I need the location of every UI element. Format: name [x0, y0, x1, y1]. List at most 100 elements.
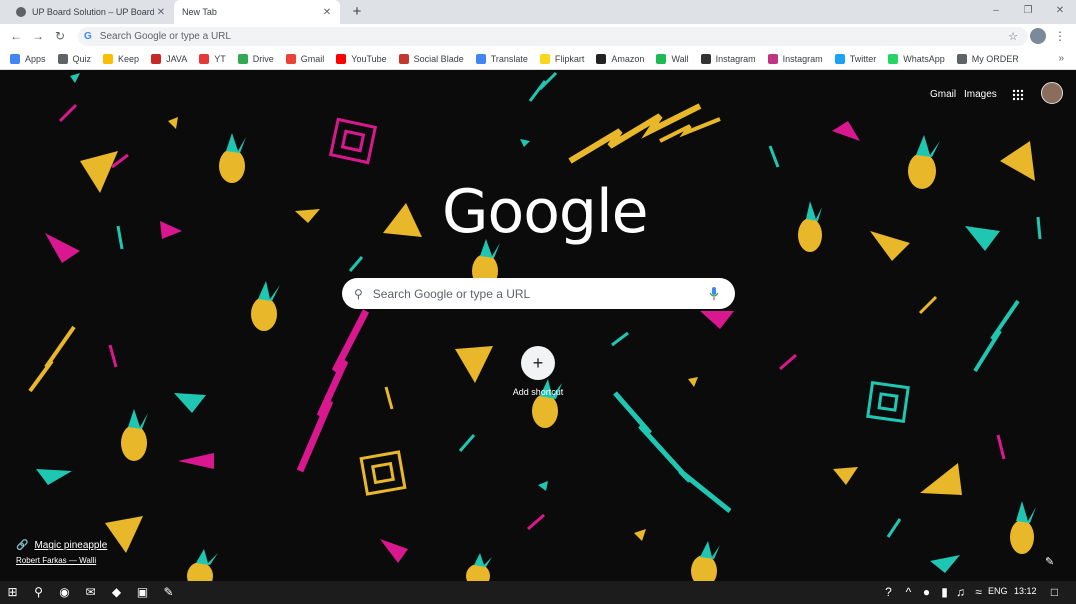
google-logo: Google	[442, 177, 649, 247]
wifi-icon[interactable]: ≈	[970, 584, 987, 601]
bookmark-icon	[237, 53, 248, 64]
bookmark-label: Wall	[671, 53, 689, 64]
account-avatar[interactable]	[1041, 82, 1063, 104]
bookmark-item[interactable]: Flipkart	[539, 53, 585, 64]
bookmark-icon	[10, 53, 20, 64]
bookmark-item[interactable]: YT	[199, 53, 226, 64]
editor-taskbar-icon[interactable]: ▣	[134, 584, 151, 601]
bookmark-item[interactable]: Apps	[10, 53, 46, 64]
battery-icon[interactable]: ▮	[936, 584, 953, 601]
language-indicator[interactable]: ENG	[988, 586, 1008, 596]
bookmark-item[interactable]: WhatsApp	[888, 53, 945, 64]
line-shape	[58, 103, 78, 123]
customize-pencil-icon[interactable]: ✎	[1045, 555, 1054, 568]
clock[interactable]: 13:12	[1014, 586, 1037, 596]
images-link[interactable]: Images	[964, 89, 997, 100]
close-window-button[interactable]: ✕	[1044, 0, 1076, 24]
bookmark-item[interactable]: YouTube	[336, 53, 387, 64]
search-icon[interactable]: ⚲	[30, 584, 47, 601]
google-apps-icon[interactable]	[1012, 89, 1024, 101]
triangle-shape	[870, 231, 910, 261]
bookmark-label: Gmail	[300, 53, 325, 64]
bookmark-label: Drive	[252, 53, 274, 64]
bookmark-item[interactable]: Instagram	[700, 53, 756, 64]
triangle-shape	[174, 393, 206, 413]
new-tab-page: Gmail Images Google ⚲ Search Google or t…	[0, 71, 1076, 581]
reload-button[interactable]: ↻	[52, 28, 68, 44]
help-tray-icon[interactable]: ?	[880, 584, 897, 601]
triangle-shape	[688, 377, 698, 387]
bookmark-label: YT	[214, 53, 226, 64]
profile-avatar[interactable]	[1030, 28, 1046, 44]
bookmark-item[interactable]: JAVA	[151, 53, 187, 64]
bookmark-label: Quiz	[72, 53, 92, 64]
bookmark-icon	[700, 53, 711, 64]
triangle-shape	[295, 209, 320, 223]
bookmark-label: Translate	[490, 53, 528, 64]
bookmark-item[interactable]: Quiz	[57, 53, 92, 64]
search-placeholder: Search Google or type a URL	[372, 286, 531, 301]
triangle-shape	[70, 73, 80, 83]
bookmark-item[interactable]: Translate	[475, 53, 528, 64]
maximize-button[interactable]: ❐	[1012, 0, 1044, 24]
pen-taskbar-icon[interactable]: ✎	[160, 584, 177, 601]
microphone-tray-icon[interactable]: ●	[918, 584, 935, 601]
bookmark-item[interactable]: Wall	[656, 53, 689, 64]
bookmarks-overflow-button[interactable]: »	[1058, 53, 1064, 64]
bookmark-icon	[596, 53, 607, 64]
line-shape	[116, 225, 124, 250]
notifications-icon[interactable]: □	[1046, 584, 1063, 601]
tab-up-board-solution[interactable]: UP Board Solution – UP Board Te ✕	[8, 0, 174, 24]
omnibox-placeholder: Search Google or type a URL	[99, 31, 231, 42]
omnibox[interactable]: G Search Google or type a URL ☆	[78, 27, 1028, 46]
app-taskbar-icon[interactable]: ◆	[108, 584, 125, 601]
bookmark-icon	[656, 53, 667, 64]
minimize-button[interactable]: –	[980, 0, 1012, 24]
bookmark-item[interactable]: Keep	[103, 53, 139, 64]
bookmark-label: Flipkart	[554, 53, 585, 64]
microphone-icon[interactable]	[709, 286, 719, 301]
triangle-shape	[168, 117, 178, 129]
bookmark-item[interactable]: Social Blade	[398, 53, 464, 64]
browser-window: UP Board Solution – UP Board Te ✕ New Ta…	[0, 0, 1076, 604]
pineapple-shape	[466, 553, 492, 581]
volume-icon[interactable]: ♫	[952, 584, 969, 601]
back-button[interactable]: ←	[8, 28, 24, 44]
new-tab-button[interactable]: +	[348, 3, 366, 21]
background-attribution-title[interactable]: 🔗 Magic pineapple	[16, 540, 107, 551]
bookmark-item[interactable]: Amazon	[596, 53, 644, 64]
triangle-shape	[455, 346, 493, 383]
tab-title: UP Board Solution – UP Board Te	[32, 7, 154, 17]
add-shortcut-label[interactable]: Add shortcut	[500, 387, 576, 397]
ntp-search-box[interactable]: ⚲ Search Google or type a URL	[342, 278, 735, 309]
forward-button[interactable]: →	[30, 28, 46, 44]
bookmark-item[interactable]: Drive	[237, 53, 274, 64]
bookmark-item[interactable]: Gmail	[285, 53, 325, 64]
tab-close-icon[interactable]: ✕	[320, 7, 334, 18]
bookmark-item[interactable]: Twitter	[834, 53, 876, 64]
triangle-shape	[833, 467, 858, 485]
background-attribution-author[interactable]: Robert Farkas — Walli	[16, 556, 96, 565]
pineapple-shape	[187, 549, 218, 581]
pineapple-shape	[219, 133, 246, 183]
spiral-shape	[359, 450, 407, 496]
triangle-shape	[160, 221, 182, 239]
windows-start-icon[interactable]: ⊞	[4, 584, 21, 601]
bookmark-star-icon[interactable]: ☆	[1008, 30, 1018, 43]
lightning-shape	[973, 299, 1020, 373]
chrome-menu-button[interactable]: ⋮	[1054, 28, 1066, 44]
tab-close-icon[interactable]: ✕	[154, 7, 168, 18]
tab-strip: UP Board Solution – UP Board Te ✕ New Ta…	[0, 0, 1076, 24]
bookmark-item[interactable]: Instagram	[767, 53, 823, 64]
bookmark-label: Apps	[25, 53, 46, 64]
chevron-up-icon[interactable]: ^	[900, 584, 917, 601]
add-shortcut-button[interactable]: +	[521, 346, 555, 380]
triangle-shape	[520, 139, 530, 147]
chrome-taskbar-icon[interactable]: ◉	[56, 584, 73, 601]
bookmark-icon	[888, 53, 899, 64]
bookmark-item[interactable]: My ORDER	[956, 53, 1019, 64]
tab-new-tab[interactable]: New Tab ✕	[174, 0, 340, 24]
gmail-link[interactable]: Gmail	[930, 89, 956, 100]
lightning-shape	[296, 309, 370, 473]
mail-taskbar-icon[interactable]: ✉	[82, 584, 99, 601]
